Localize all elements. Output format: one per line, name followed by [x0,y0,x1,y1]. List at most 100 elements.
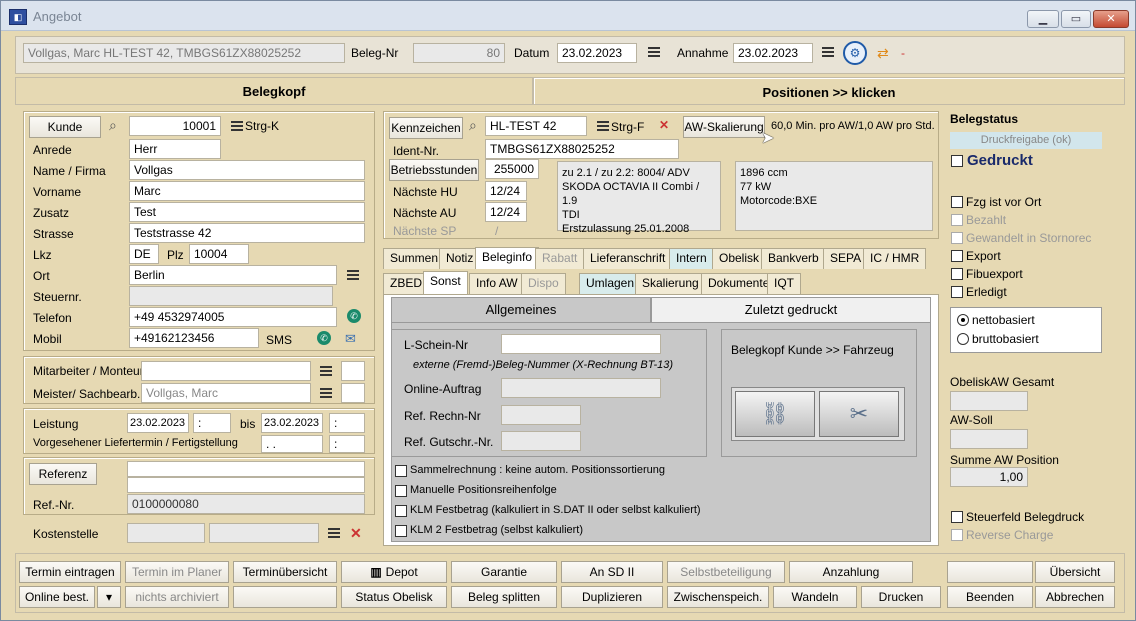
duplizieren-button[interactable]: Duplizieren [561,586,663,608]
referenz-field-1[interactable] [127,461,365,477]
anrede-field[interactable]: Herr [129,139,221,159]
meister-field[interactable]: Vollgas, Marc [141,383,311,403]
bezahlt-checkbox[interactable] [951,214,963,226]
terminuebersicht-button[interactable]: Terminübersicht [233,561,337,583]
fzg-vor-ort-checkbox[interactable] [951,196,963,208]
export-checkbox[interactable] [951,250,963,262]
beleg-splitten-button[interactable]: Beleg splitten [451,586,557,608]
klm-festbetrag-checkbox[interactable] [395,505,407,517]
tab-dokumente[interactable]: Dokumente [701,273,777,294]
vorname-field[interactable]: Marc [129,181,365,201]
tab-summen[interactable]: Summen [383,248,446,269]
status-obelisk-button[interactable]: Status Obelisk [341,586,447,608]
referenz-button[interactable]: Referenz [29,463,97,485]
depot-button[interactable]: ▥ Depot [341,561,447,583]
phone-icon[interactable]: ✆ [317,331,331,345]
betriebsstunden-field[interactable]: 255000 [485,159,539,179]
list-icon[interactable] [648,47,660,57]
leistung-to-time[interactable]: : [329,413,365,433]
tab-ic-hmr[interactable]: IC / HMR [863,248,927,269]
ort-field[interactable]: Berlin [129,265,337,285]
beenden-button[interactable]: Beenden [947,586,1033,608]
au-field[interactable]: 12/24 [485,202,527,222]
drucken-button[interactable]: Drucken [861,586,941,608]
uebersicht-button[interactable]: Übersicht [1035,561,1115,583]
car-service-icon[interactable]: ⚙ [843,41,867,65]
fibuexport-checkbox[interactable] [951,268,963,280]
termin-eintragen-button[interactable]: Termin eintragen [19,561,121,583]
tab-info-aw[interactable]: Info AW [469,273,525,294]
garantie-button[interactable]: Garantie [451,561,557,583]
klm2-festbetrag-checkbox[interactable] [395,525,407,537]
mobil-field[interactable]: +49162123456 [129,328,259,348]
abbrechen-button[interactable]: Abbrechen [1035,586,1115,608]
erledigt-checkbox[interactable] [951,286,963,298]
monteur-field[interactable] [141,361,311,381]
sync-icon[interactable]: ⇄ [877,45,889,62]
paperclip-icon[interactable]: ⌕ [109,117,117,134]
unlink-icon[interactable]: ✂ [819,391,899,437]
liefertermin-field[interactable]: . . [261,435,323,453]
link-icon[interactable]: ⛓ [735,391,815,437]
list-icon[interactable] [597,121,609,131]
gedruckt-checkbox[interactable] [951,155,963,167]
kennzeichen-button[interactable]: Kennzeichen [389,117,463,139]
an-sd-ii-button[interactable]: An SD II [561,561,663,583]
kostenstelle-field[interactable] [127,523,205,543]
aw-skalierung-button[interactable]: AW-Skalierung [683,116,765,138]
gewandelt-checkbox[interactable] [951,232,963,244]
tab-sepa[interactable]: SEPA [823,248,869,269]
strasse-field[interactable]: Teststrasse 42 [129,223,365,243]
online-bestellen-button[interactable]: Online best. [19,586,95,608]
ident-field[interactable]: TMBGS61ZX88025252 [485,139,679,159]
positionen-tab[interactable]: Positionen >> klicken [533,77,1125,105]
list-icon[interactable] [320,366,332,376]
tab-sonst[interactable]: Sonst [423,271,468,295]
tab-umlagen[interactable]: Umlagen [579,273,642,294]
tab-beleginfo[interactable]: Beleginfo [475,247,540,269]
minimize-button[interactable]: ▁ [1027,10,1059,28]
bruttobasiert-radio[interactable] [957,333,969,345]
phone-icon[interactable]: ✆ [347,309,361,323]
archiv-button[interactable]: nichts archiviert [125,586,229,608]
lschein-field[interactable] [501,334,661,354]
tab-obelisk[interactable]: Obelisk [712,248,767,269]
monteur-code-field[interactable] [341,361,365,381]
referenz-field-2[interactable] [127,477,365,493]
telefon-field[interactable]: +49 4532974005 [129,307,337,327]
kennzeichen-field[interactable]: HL-TEST 42 [485,116,587,136]
clear-icon[interactable]: ✕ [350,525,362,542]
termin-planer-button[interactable]: Termin im Planer [125,561,229,583]
meister-code-field[interactable] [341,383,365,403]
zusatz-field[interactable]: Test [129,202,365,222]
lkz-field[interactable]: DE [129,244,159,264]
zwischenspeichern-button[interactable]: Zwischenspeich. [667,586,769,608]
list-icon[interactable] [822,47,834,57]
reverse-charge-checkbox[interactable] [951,529,963,541]
empty-button[interactable] [233,586,337,608]
leistung-to-field[interactable]: 23.02.2023 [261,413,323,433]
sammelrechnung-checkbox[interactable] [395,465,407,477]
hu-field[interactable]: 12/24 [485,181,527,201]
leistung-from-field[interactable]: 23.02.2023 [127,413,189,433]
empty-button[interactable] [947,561,1033,583]
tab-bankverb[interactable]: Bankverb [761,248,826,269]
liefertermin-time[interactable]: : [329,435,365,453]
tab-iqt[interactable]: IQT [767,273,801,294]
betriebsstunden-button[interactable]: Betriebsstunden [389,159,479,181]
paperclip-icon[interactable]: ⌕ [469,117,477,134]
tab-dispo[interactable]: Dispo [521,273,566,294]
subtab-zuletzt-gedruckt[interactable]: Zuletzt gedruckt [651,297,931,323]
manuelle-reihenfolge-checkbox[interactable] [395,485,407,497]
list-icon[interactable] [231,121,243,131]
anzahlung-button[interactable]: Anzahlung [789,561,913,583]
wandeln-button[interactable]: Wandeln [773,586,857,608]
selbstbeteiligung-button[interactable]: Selbstbeteiligung [667,561,785,583]
clear-vehicle-icon[interactable]: ✕ [659,118,669,132]
datum-field[interactable]: 23.02.2023 [557,43,637,63]
tab-skalierung[interactable]: Skalierung [635,273,706,294]
plz-field[interactable]: 10004 [189,244,249,264]
close-button[interactable]: ✕ [1093,10,1129,28]
belegkopf-tab[interactable]: Belegkopf [15,77,533,105]
subtab-allgemeines[interactable]: Allgemeines [391,297,651,323]
